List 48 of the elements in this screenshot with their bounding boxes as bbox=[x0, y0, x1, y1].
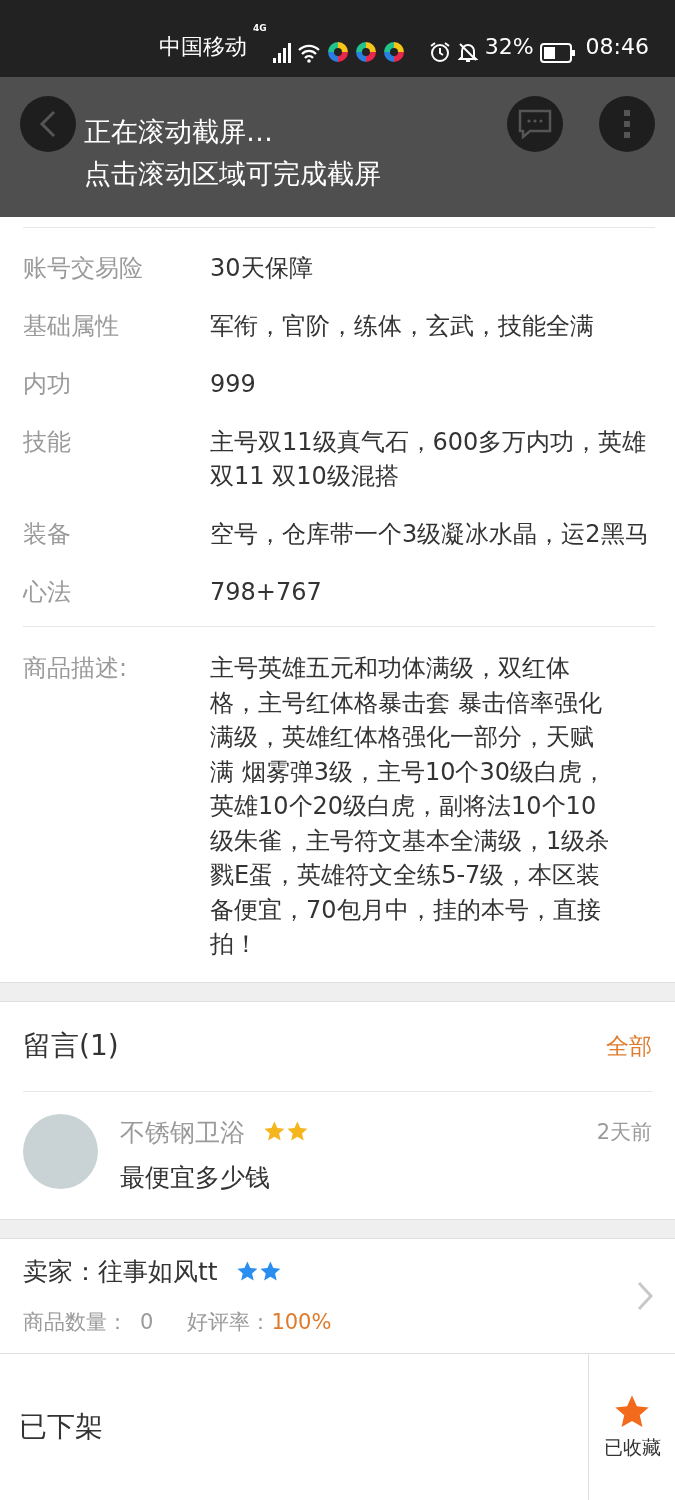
detail-value: 主号双11级真气石，600多万内功，英雄双11 双10级混搭 bbox=[210, 427, 648, 492]
signal-icon bbox=[272, 43, 291, 63]
item-count-label: 商品数量： bbox=[23, 1308, 128, 1336]
toast-message: 点击滚动区域可完成截屏 bbox=[84, 157, 381, 191]
description-text: 主号英雄五元和功体满级，双红体格，主号红体格暴击套 暴击倍率强化满级，英雄红体格强化一部分，天赋满 烟雾弹3级，主号10个30级白虎，英雄10个20级白虎，副将法10个10级朱雀，主号符文基本全满级，1级杀戮E蛋，英雄符文全练5-7级，本区装备便宜，70包月中，挂的本号，直接拍！ bbox=[210, 653, 611, 960]
rating-value: 100% bbox=[271, 1308, 332, 1336]
detail-value: 999 bbox=[210, 369, 257, 400]
seller-card[interactable]: 卖家：往事如风tt 商品数量： 0 好评率：100% bbox=[0, 1238, 675, 1353]
detail-label: 账号交易险 bbox=[23, 253, 144, 284]
detail-label: 内功 bbox=[23, 369, 72, 400]
back-icon bbox=[38, 109, 58, 139]
detail-value: 军衔，官阶，练体，玄武，技能全满 bbox=[210, 311, 595, 342]
detail-label: 技能 bbox=[23, 427, 72, 458]
comment-time: 2天前 bbox=[596, 1118, 652, 1146]
network-type: 4G bbox=[253, 22, 267, 35]
detail-label: 心法 bbox=[23, 577, 72, 608]
back-button[interactable] bbox=[20, 96, 76, 152]
app-notification-icon bbox=[354, 41, 377, 63]
detail-value: 30天保障 bbox=[210, 253, 314, 284]
clock-time: 08:46 bbox=[585, 33, 649, 61]
detail-label: 装备 bbox=[23, 519, 72, 550]
favorite-button[interactable]: 已收藏 bbox=[588, 1353, 675, 1500]
mute-bell-icon bbox=[456, 41, 479, 63]
detail-value: 798+767 bbox=[210, 577, 323, 608]
message-button[interactable] bbox=[507, 96, 563, 152]
commenter-name: 不锈钢卫浴 bbox=[120, 1116, 245, 1149]
wifi-icon bbox=[296, 43, 321, 63]
detail-value: 空号，仓库带一个3级凝冰水晶，运2黑马 bbox=[210, 519, 650, 550]
delisted-status: 已下架 bbox=[18, 1408, 104, 1445]
more-button[interactable] bbox=[599, 96, 655, 152]
battery-icon bbox=[539, 43, 576, 63]
detail-label: 基础属性 bbox=[23, 311, 120, 342]
carrier-name: 中国移动 bbox=[159, 33, 248, 61]
chat-icon bbox=[518, 109, 552, 139]
double-star-badge-icon bbox=[235, 1260, 282, 1283]
alarm-icon bbox=[428, 41, 451, 63]
description-label: 商品描述: bbox=[23, 653, 129, 684]
toast-message: 正在滚动截屏… bbox=[84, 115, 273, 149]
item-count: 0 bbox=[140, 1308, 154, 1336]
seller-name: 卖家：往事如风tt bbox=[23, 1256, 218, 1288]
battery-percent: 32% bbox=[484, 33, 534, 61]
chevron-right-icon bbox=[637, 1280, 653, 1311]
comment-text: 最便宜多少钱 bbox=[120, 1162, 271, 1194]
app-notification-icon bbox=[326, 41, 349, 63]
rating-label: 好评率： bbox=[187, 1308, 272, 1336]
comments-title: 留言(1) bbox=[23, 1028, 119, 1064]
more-icon bbox=[623, 110, 631, 138]
app-notification-icon bbox=[382, 41, 405, 63]
